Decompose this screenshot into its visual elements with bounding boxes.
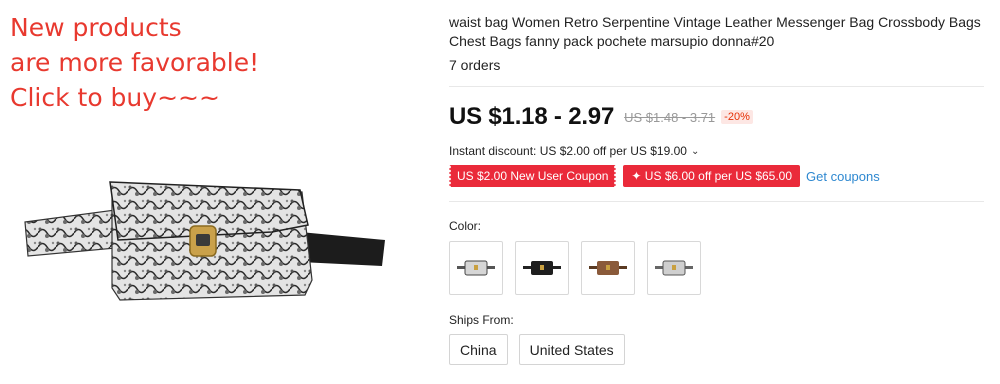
color-swatch-black[interactable] [515, 241, 569, 295]
color-swatch-snakeskin[interactable] [449, 241, 503, 295]
current-price: US $1.18 - 2.97 [449, 103, 615, 130]
product-title[interactable]: waist bag Women Retro Serpentine Vintage… [449, 13, 984, 51]
divider [449, 86, 984, 87]
discount-badge: -20% [721, 110, 753, 124]
ships-from-united-states[interactable]: United States [518, 334, 625, 365]
ships-from-china[interactable]: China [449, 334, 508, 365]
ships-from-label: Ships From: [449, 313, 514, 327]
get-coupons-link[interactable]: Get coupons [806, 169, 880, 184]
promo-line-1: New products [10, 13, 182, 42]
coupon-row: US $2.00 New User Coupon ✦ US $6.00 off … [447, 165, 880, 187]
instant-discount[interactable]: Instant discount: US $2.00 off per US $1… [449, 144, 699, 158]
product-title-line-1: waist bag Women Retro Serpentine Vintage… [449, 14, 981, 30]
price-row: US $1.18 - 2.97 US $1.48 - 3.71 -20% [449, 100, 753, 134]
product-title-line-2: Chest Bags fanny pack pochete marsupio d… [449, 33, 775, 49]
ships-from-options: China United States [449, 334, 636, 365]
promo-line-3[interactable]: Click to buy~~~ [10, 80, 259, 115]
promo-text: New products are more favorable! Click t… [10, 10, 259, 115]
color-swatch-snakeskin-2[interactable] [647, 241, 701, 295]
bag-thumbnail-icon [589, 261, 627, 275]
order-count: 7 orders [449, 57, 501, 73]
color-swatches [449, 241, 713, 295]
instant-discount-text: Instant discount: US $2.00 off per US $1… [449, 144, 687, 158]
promo-line-2: are more favorable! [10, 48, 260, 77]
bag-thumbnail-icon [655, 260, 693, 276]
color-label: Color: [449, 219, 482, 233]
bag-thumbnail-icon [457, 260, 495, 276]
bag-thumbnail-icon [523, 261, 561, 275]
divider [449, 201, 984, 202]
store-coupon[interactable]: ✦ US $6.00 off per US $65.00 [623, 165, 801, 187]
color-swatch-brown[interactable] [581, 241, 635, 295]
original-price: US $1.48 - 3.71 [624, 109, 716, 125]
chevron-down-icon: ⌄ [690, 145, 700, 157]
product-image[interactable] [20, 170, 390, 320]
new-user-coupon[interactable]: US $2.00 New User Coupon [447, 165, 618, 187]
